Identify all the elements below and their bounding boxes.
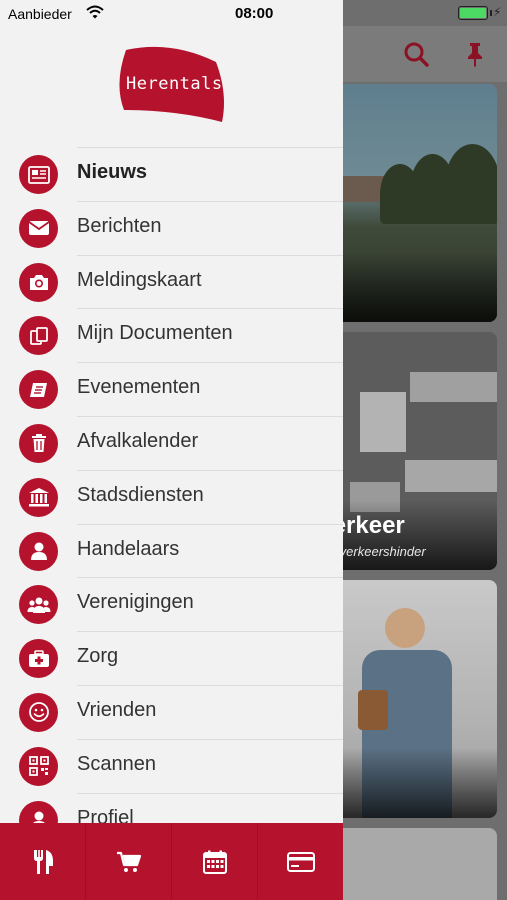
menu-item-label: Berichten: [77, 214, 162, 237]
calendar-icon: [202, 850, 227, 874]
clock: 08:00: [235, 5, 274, 22]
menu-item-label: Vrienden: [77, 698, 157, 721]
pin-icon[interactable]: [461, 40, 489, 68]
divider: [77, 631, 343, 633]
qr-code-icon: [19, 746, 58, 786]
menu-item-vrienden[interactable]: Vrienden: [0, 684, 343, 739]
divider: [77, 254, 343, 256]
menu-item-label: Nieuws: [77, 161, 148, 183]
menu-item-label: Evenementen: [77, 376, 201, 399]
first-aid-icon: [19, 639, 58, 679]
menu-item-label: Afvalkalender: [77, 429, 199, 452]
menu-item-label: Zorg: [77, 645, 119, 668]
divider: [77, 200, 343, 202]
wifi-icon: [86, 5, 104, 19]
divider: [77, 147, 343, 148]
person-head-shape: [385, 608, 425, 648]
divider: [77, 577, 343, 579]
newspaper-icon: [19, 155, 58, 194]
menu-item-label: Verenigingen: [77, 591, 194, 614]
side-drawer: Herentals Nieuws Berichten Meldingskaart: [0, 0, 343, 900]
envelope-icon: [19, 208, 58, 248]
divider: [77, 523, 343, 525]
menu-item-label: Scannen: [77, 752, 156, 775]
menu-item-evenementen[interactable]: Evenementen: [0, 362, 343, 416]
divider: [77, 684, 343, 686]
menu-item-mijn-documenten[interactable]: Mijn Documenten: [0, 308, 343, 362]
bottom-tabbar: [0, 823, 343, 900]
divider: [77, 362, 343, 364]
tree-shape: [445, 144, 497, 224]
building-icon: [19, 477, 58, 517]
person-icon: [19, 531, 58, 571]
divider: [77, 308, 343, 310]
trash-icon: [19, 423, 58, 463]
menu-item-meldingskaart[interactable]: Meldingskaart: [0, 254, 343, 309]
menu-item-scannen[interactable]: Scannen: [0, 738, 343, 793]
divider: [77, 469, 343, 471]
credit-card-icon: [286, 851, 315, 872]
smiley-icon: [19, 692, 58, 732]
menu-item-stadsdiensten[interactable]: Stadsdiensten: [0, 469, 343, 524]
menu-item-zorg[interactable]: Zorg: [0, 631, 343, 685]
fork-knife-icon: [33, 849, 53, 874]
menu-item-label: Mijn Documenten: [77, 322, 233, 345]
crosswalk-shape: [360, 392, 406, 452]
group-icon: [19, 585, 58, 625]
drawer-menu: Nieuws Berichten Meldingskaart Mijn Docu…: [0, 147, 343, 846]
tab-eten[interactable]: [0, 823, 86, 900]
logo-text: Herentals: [126, 74, 223, 94]
tab-kalender[interactable]: [172, 823, 258, 900]
charging-icon: ⚡: [493, 5, 502, 19]
crosswalk-shape: [410, 372, 497, 402]
menu-item-label: Stadsdiensten: [77, 483, 204, 506]
tab-betalen[interactable]: [258, 823, 343, 900]
cart-icon: [116, 851, 141, 872]
tab-winkelen[interactable]: [86, 823, 172, 900]
menu-item-label: Handelaars: [77, 537, 180, 560]
book-icon: [19, 370, 58, 410]
divider: [77, 738, 343, 740]
battery-tip: [490, 10, 492, 16]
bag-shape: [358, 690, 388, 730]
status-bar: Aanbieder 08:00 ⚡: [0, 0, 507, 26]
menu-item-label: Meldingskaart: [77, 268, 202, 291]
search-icon[interactable]: [402, 40, 430, 68]
camera-icon: [19, 262, 58, 302]
documents-icon: [19, 316, 58, 356]
menu-item-afvalkalender[interactable]: Afvalkalender: [0, 415, 343, 470]
divider: [77, 792, 343, 794]
menu-item-berichten[interactable]: Berichten: [0, 200, 343, 255]
crosswalk-shape: [405, 460, 497, 492]
divider: [77, 415, 343, 417]
menu-item-handelaars[interactable]: Handelaars: [0, 523, 343, 578]
battery-icon: [458, 6, 488, 20]
battery-fill: [460, 8, 486, 18]
menu-item-verenigingen[interactable]: Verenigingen: [0, 577, 343, 631]
carrier-label: Aanbieder: [8, 6, 72, 22]
menu-item-nieuws[interactable]: Nieuws: [0, 147, 343, 201]
